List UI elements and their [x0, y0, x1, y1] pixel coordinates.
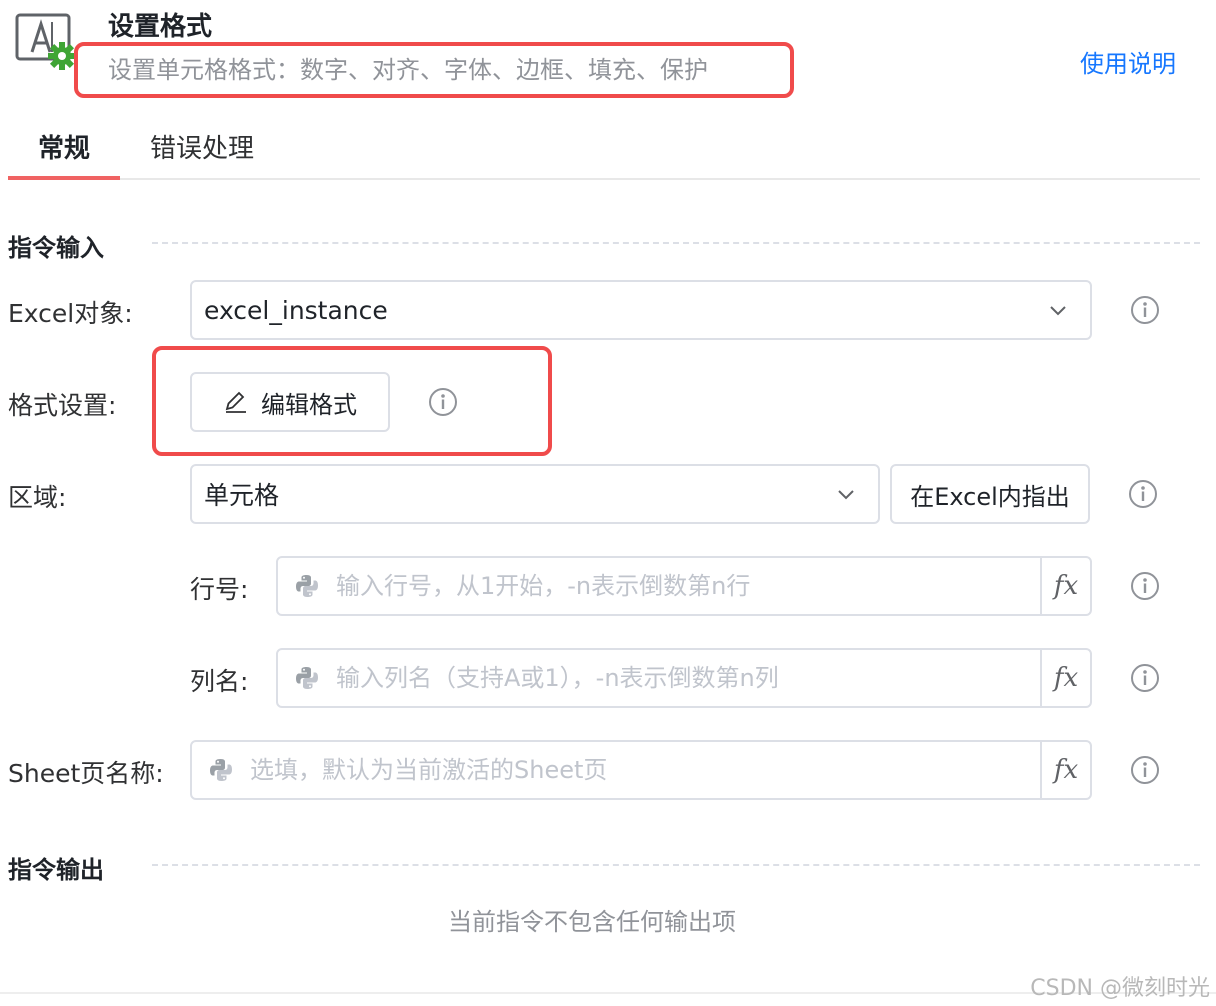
column-name-field[interactable]: fx [276, 648, 1092, 708]
tab-general[interactable]: 常规 [38, 128, 90, 165]
watermark: CSDN @微刻时光 [1030, 976, 1210, 1001]
sheet-name-label: Sheet页名称: [8, 759, 164, 788]
format-setting-info-icon[interactable] [428, 387, 458, 417]
chevron-down-icon [838, 490, 854, 500]
point-in-excel-button[interactable]: 在Excel内指出 [890, 464, 1090, 524]
column-name-input[interactable] [334, 663, 1040, 693]
region-label: 区域: [8, 483, 67, 512]
edit-format-button[interactable]: 编辑格式 [190, 372, 390, 432]
sheet-fx-button[interactable]: fx [1040, 742, 1090, 798]
region-info-icon[interactable] [1128, 479, 1158, 509]
input-section-title: 指令输入 [8, 234, 104, 262]
tab-error-handling[interactable]: 错误处理 [150, 128, 254, 165]
tab-bar: 常规 错误处理 [8, 118, 1200, 180]
pencil-icon [225, 391, 246, 413]
row-number-label: 行号: [190, 575, 249, 604]
row-number-info-icon[interactable] [1130, 571, 1160, 601]
excel-object-value: excel_instance [204, 295, 388, 325]
python-icon [296, 667, 318, 689]
page-title: 设置格式 [108, 12, 213, 42]
chevron-down-icon [1050, 306, 1066, 316]
input-section-divider [152, 242, 1200, 244]
help-link[interactable]: 使用说明 [1080, 44, 1176, 79]
output-section-divider [152, 864, 1200, 866]
region-select[interactable]: 单元格 [190, 464, 880, 524]
column-name-info-icon[interactable] [1130, 663, 1160, 693]
python-icon [296, 575, 318, 597]
row-number-field[interactable]: fx [276, 556, 1092, 616]
column-name-label: 列名: [190, 667, 249, 696]
subtitle-highlight-box [74, 42, 794, 98]
sheet-name-input[interactable] [248, 755, 1040, 785]
excel-object-info-icon[interactable] [1130, 295, 1160, 325]
region-value: 单元格 [204, 481, 280, 510]
output-section-title: 指令输出 [8, 856, 104, 884]
active-tab-indicator [8, 176, 120, 180]
excel-format-gear-icon [15, 13, 76, 70]
excel-object-label: Excel对象: [8, 299, 133, 328]
python-icon [210, 759, 232, 781]
excel-object-select[interactable]: excel_instance [190, 280, 1092, 340]
sheet-name-info-icon[interactable] [1130, 755, 1160, 785]
format-setting-label: 格式设置: [8, 391, 117, 420]
output-empty-message: 当前指令不包含任何输出项 [448, 908, 736, 936]
column-fx-button[interactable]: fx [1040, 650, 1090, 706]
row-number-input[interactable] [334, 571, 1040, 601]
sheet-name-field[interactable]: fx [190, 740, 1092, 800]
edit-format-label: 编辑格式 [261, 390, 357, 419]
row-fx-button[interactable]: fx [1040, 558, 1090, 614]
